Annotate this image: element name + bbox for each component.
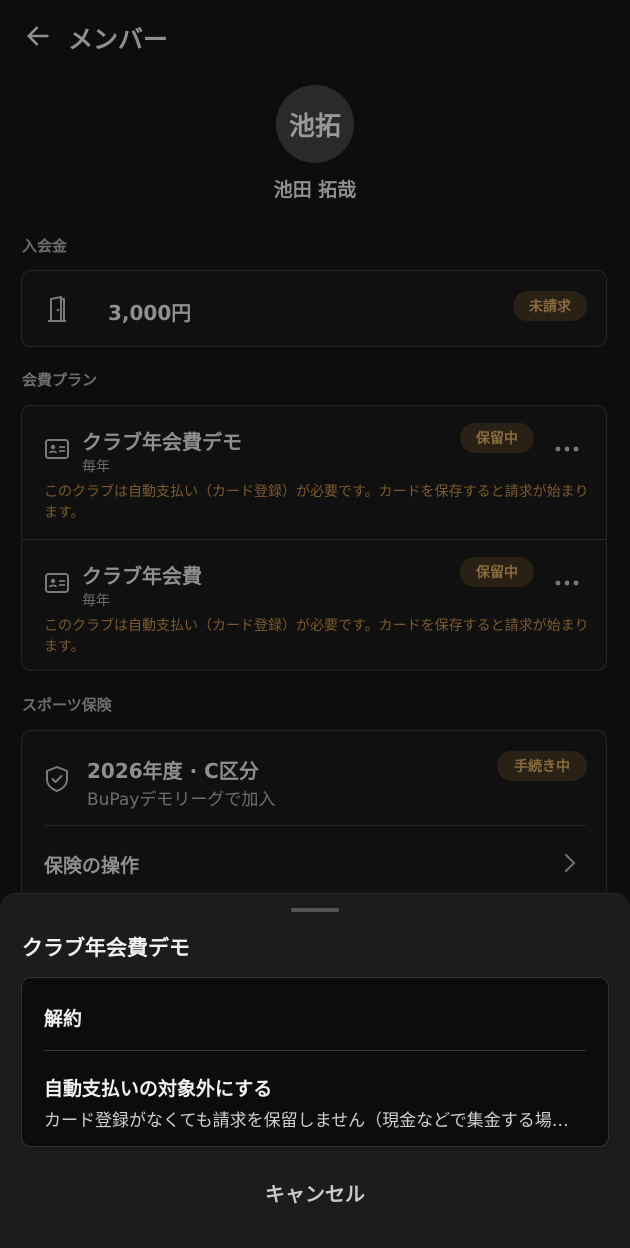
cancel-button[interactable]: キャンセル [0,1178,630,1207]
action-sheet: クラブ年会費デモ 解約 自動支払いの対象外にする カード登録がなくても請求を保留… [0,893,630,1248]
exclude-autopay-description: カード登録がなくても請求を保留しません（現金などで集金する場合） [44,1111,584,1131]
sheet-handle[interactable] [291,908,339,912]
cancel-membership-option[interactable]: 解約 [44,1004,82,1031]
sheet-title: クラブ年会費デモ [22,936,190,960]
divider [44,1050,586,1051]
sheet-options: 解約 自動支払いの対象外にする カード登録がなくても請求を保留しません（現金など… [21,977,609,1147]
member-page: メンバー 池拓 池田 拓哉 入会金 3,000円 未請求 会費プラン クラブ年会… [0,0,630,1248]
exclude-autopay-option[interactable]: 自動支払いの対象外にする [44,1074,272,1101]
